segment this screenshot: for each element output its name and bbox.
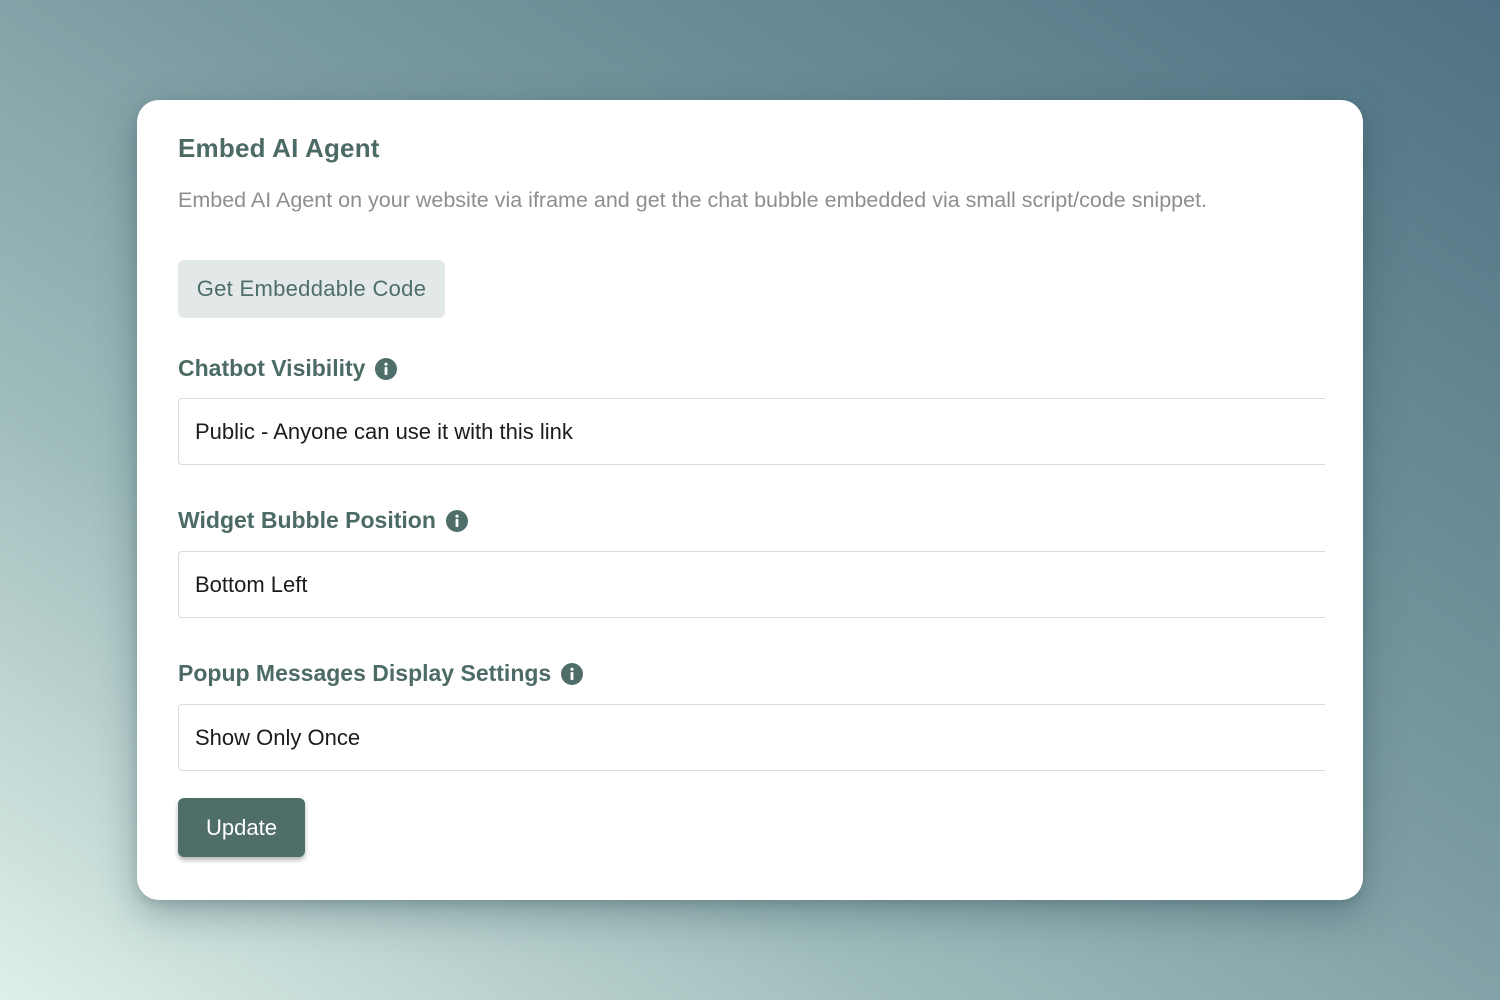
chatbot-visibility-label: Chatbot Visibility: [178, 355, 366, 381]
card-description: Embed AI Agent on your website via ifram…: [178, 188, 1208, 212]
widget-bubble-position-value: Bottom Left: [195, 571, 308, 597]
info-icon[interactable]: [375, 357, 398, 380]
widget-bubble-position-select[interactable]: Bottom Left: [178, 551, 1325, 618]
card-title: Embed AI Agent: [178, 133, 380, 163]
popup-display-settings-value: Show Only Once: [195, 724, 361, 750]
popup-display-settings-select[interactable]: Show Only Once: [178, 704, 1325, 771]
widget-bubble-position-label: Widget Bubble Position: [178, 507, 436, 533]
popup-display-settings-label-row: Popup Messages Display Settings: [178, 660, 584, 687]
embed-settings-card: Embed AI Agent Embed AI Agent on your we…: [137, 100, 1363, 900]
info-icon[interactable]: [445, 509, 468, 532]
get-embeddable-code-button[interactable]: Get Embeddable Code: [178, 260, 445, 318]
card-content: Embed AI Agent Embed AI Agent on your we…: [178, 100, 1325, 900]
widget-bubble-position-label-row: Widget Bubble Position: [178, 507, 468, 534]
info-icon[interactable]: [561, 662, 584, 685]
chatbot-visibility-select[interactable]: Public - Anyone can use it with this lin…: [178, 398, 1325, 465]
popup-display-settings-label: Popup Messages Display Settings: [178, 660, 552, 686]
chatbot-visibility-label-row: Chatbot Visibility: [178, 355, 398, 382]
update-button[interactable]: Update: [178, 798, 305, 857]
chatbot-visibility-value: Public - Anyone can use it with this lin…: [195, 418, 573, 444]
